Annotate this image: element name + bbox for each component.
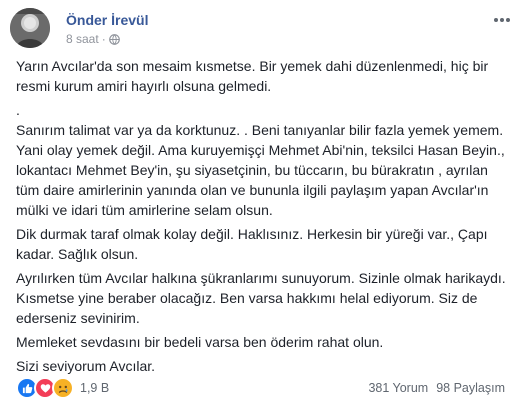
- post-paragraph: Memleket sevdasını bir bedeli varsa ben …: [16, 334, 384, 350]
- post-paragraph: Sizi seviyorum Avcılar.: [16, 358, 156, 374]
- comment-count[interactable]: 381 Yorum: [368, 381, 428, 395]
- post-header: Önder İrevül 8 saat ·: [8, 6, 513, 48]
- post-paragraph: Yarın Avcılar'da son mesaim kısmetse. Bi…: [16, 58, 489, 94]
- post-paragraph: .: [16, 102, 20, 118]
- post-paragraph: Ayrılırken tüm Avcılar halkına şükranlar…: [16, 270, 506, 326]
- author-name[interactable]: Önder İrevül: [66, 12, 148, 28]
- reaction-count[interactable]: 1,9 B: [80, 381, 109, 395]
- author-avatar[interactable]: [10, 8, 50, 48]
- post-stats: 381 Yorum 98 Paylaşım: [368, 381, 505, 395]
- post-paragraph: Dik durmak taraf olmak kolay değil. Hakl…: [16, 226, 488, 262]
- post-paragraph: Sanırım talimat var ya da korktunuz. . B…: [16, 122, 505, 218]
- avatar-photo: [10, 8, 50, 48]
- sad-icon: [52, 377, 74, 399]
- facebook-post: Önder İrevül 8 saat · Yarın Avcılar'da s…: [0, 0, 521, 410]
- post-timestamp[interactable]: 8 saat: [66, 32, 99, 46]
- more-options-icon: [494, 18, 510, 22]
- reactions-summary[interactable]: 1,9 B: [16, 377, 109, 399]
- meta-separator: ·: [101, 32, 106, 46]
- globe-icon[interactable]: [108, 33, 120, 45]
- share-count[interactable]: 98 Paylaşım: [436, 381, 505, 395]
- more-options-button[interactable]: [491, 12, 513, 28]
- post-content: Yarın Avcılar'da son mesaim kısmetse. Bi…: [16, 56, 508, 380]
- post-meta: 8 saat ·: [66, 32, 120, 46]
- post-footer: 1,9 B 381 Yorum 98 Paylaşım: [16, 377, 505, 399]
